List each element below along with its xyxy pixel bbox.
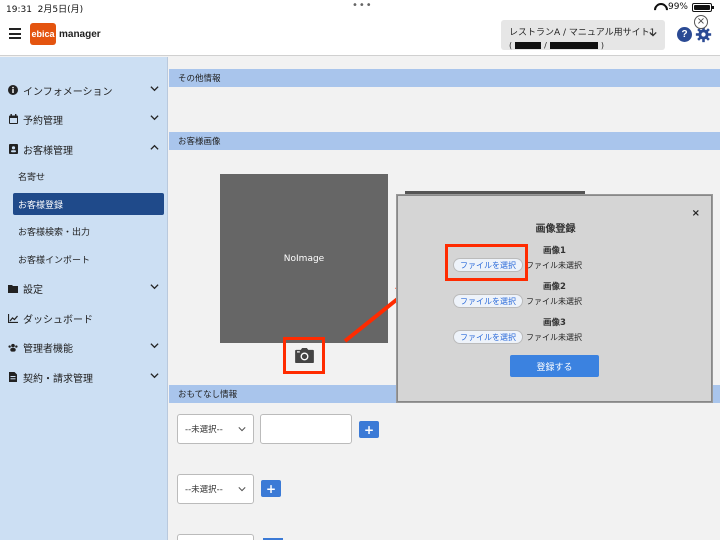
file-status-2: ファイル未選択 xyxy=(526,297,582,306)
select-value: --未選択-- xyxy=(185,425,223,435)
choose-file-button-3[interactable]: ファイルを選択 xyxy=(453,330,523,344)
modal-title: 画像登録 xyxy=(535,224,576,235)
hospitality-text-input[interactable] xyxy=(260,414,352,444)
select-value: --未選択-- xyxy=(185,485,223,495)
modal-close-button[interactable]: × xyxy=(692,208,700,219)
hospitality-select-1[interactable]: --未選択-- xyxy=(177,414,254,444)
image-slot-label: 画像3 xyxy=(543,318,566,328)
chevron-down-icon xyxy=(238,487,246,492)
choose-file-highlight xyxy=(445,244,528,281)
add-hospitality-button[interactable]: + xyxy=(359,421,379,438)
add-hospitality-button[interactable]: + xyxy=(261,480,281,497)
hospitality-select-2[interactable]: --未選択-- xyxy=(177,474,254,504)
image-register-modal: 画像登録 × 画像1 ファイルを選択 ファイル未選択 画像2 ファイルを選択 フ… xyxy=(397,195,712,402)
chevron-down-icon xyxy=(238,427,246,432)
file-status-3: ファイル未選択 xyxy=(526,333,582,342)
file-status-1: ファイル未選択 xyxy=(526,261,582,270)
choose-file-button-2[interactable]: ファイルを選択 xyxy=(453,294,523,308)
image-slot-label: 画像1 xyxy=(543,246,566,256)
hospitality-select-3[interactable] xyxy=(177,534,254,540)
image-slot-label: 画像2 xyxy=(543,282,566,292)
register-button[interactable]: 登録する xyxy=(510,355,599,377)
